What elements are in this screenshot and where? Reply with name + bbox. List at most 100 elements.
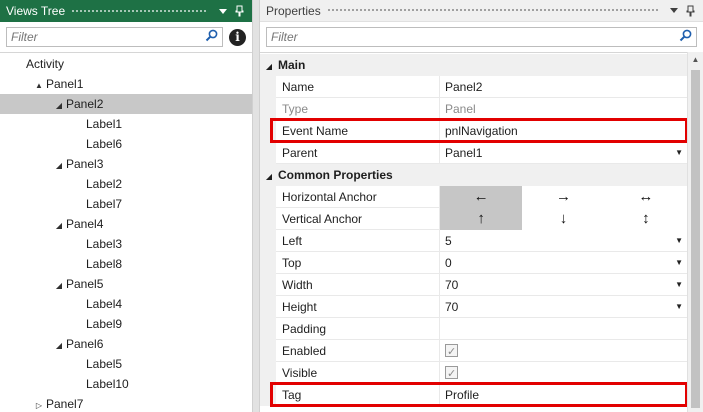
chevron-down-icon[interactable]: ▼ (675, 296, 683, 318)
chevron-down-icon[interactable]: ▼ (675, 274, 683, 296)
tree-item-label8[interactable]: Label8 (0, 254, 252, 274)
property-row-type[interactable]: Type Panel (260, 98, 687, 120)
property-row-name[interactable]: Name Panel2 (260, 76, 687, 98)
property-value-text: Panel (445, 102, 476, 116)
tree-item-label9[interactable]: Label9 (0, 314, 252, 334)
section-main[interactable]: ◢ Main (260, 54, 687, 76)
property-name: Width (276, 274, 440, 296)
search-icon[interactable] (205, 29, 218, 45)
tree-item-label5[interactable]: Label5 (0, 354, 252, 374)
property-value[interactable]: 70 ▼ (440, 296, 687, 318)
tree-item-panel4[interactable]: ◢ Panel4 (0, 214, 252, 234)
pin-icon[interactable] (683, 4, 697, 18)
property-grid: ◢ Main Name Panel2 Type Panel Event Name pnlNav… (260, 52, 688, 412)
property-value[interactable]: pnlNavigation (440, 120, 687, 142)
tree-item-panel7[interactable]: ▷ Panel7 (0, 394, 252, 412)
tree-item-panel1[interactable]: ▲ Panel1 (0, 74, 252, 94)
info-icon[interactable]: i (229, 28, 246, 46)
property-value[interactable]: Panel1 ▼ (440, 142, 687, 164)
property-value[interactable]: 70 ▼ (440, 274, 687, 296)
tree-item-panel2[interactable]: ◢ Panel2 (0, 94, 252, 114)
scrollbar-thumb[interactable] (691, 70, 700, 408)
tree-item-label6[interactable]: Label6 (0, 134, 252, 154)
collapse-arrow-icon[interactable]: ◢ (260, 166, 278, 188)
chevron-down-icon[interactable]: ▼ (675, 230, 683, 252)
property-row-padding[interactable]: Padding (260, 318, 687, 340)
properties-titlebar[interactable]: Properties (260, 0, 703, 22)
views-filter-input[interactable] (11, 30, 205, 44)
search-icon[interactable] (679, 29, 692, 45)
properties-filter-box[interactable] (266, 27, 697, 47)
anchor-left-icon[interactable]: ← (440, 186, 523, 208)
anchor-stretch-icon[interactable]: ↔ (605, 186, 687, 208)
chevron-down-icon[interactable] (667, 4, 681, 18)
property-row-left[interactable]: Left 5 ▼ (260, 230, 687, 252)
properties-filter-input[interactable] (271, 30, 679, 44)
tree-item-label1[interactable]: Label1 (0, 114, 252, 134)
collapse-arrow-icon[interactable]: ◢ (52, 96, 66, 116)
property-row-tag[interactable]: Tag Profile (260, 384, 687, 406)
tree-item-label: Panel4 (66, 217, 104, 231)
expand-arrow-icon[interactable]: ▷ (32, 396, 46, 412)
tree-item-label2[interactable]: Label2 (0, 174, 252, 194)
views-tree-titlebar[interactable]: Views Tree (0, 0, 252, 22)
tree-item-label7[interactable]: Label7 (0, 194, 252, 214)
anchor-top-icon[interactable]: ↑ (440, 208, 523, 230)
chevron-down-icon[interactable]: ▼ (675, 142, 683, 164)
anchor-vstretch-icon[interactable]: ↕ (605, 208, 687, 230)
chevron-down-icon[interactable]: ▼ (675, 252, 683, 274)
scroll-up-icon[interactable]: ▲ (688, 55, 703, 64)
section-common-properties[interactable]: ◢ Common Properties (260, 164, 687, 186)
row-gutter (260, 98, 276, 120)
chevron-down-icon[interactable] (216, 4, 230, 18)
anchor-bottom-icon[interactable]: ↓ (522, 208, 604, 230)
tree-item-label: Panel5 (66, 277, 104, 291)
collapse-arrow-icon[interactable]: ◢ (52, 216, 66, 236)
property-row-horizontal-anchor[interactable]: Horizontal Anchor ← → ↔ (260, 186, 687, 208)
property-name: Type (276, 98, 440, 120)
collapse-arrow-icon[interactable]: ▲ (32, 76, 46, 96)
property-row-top[interactable]: Top 0 ▼ (260, 252, 687, 274)
property-value[interactable] (440, 318, 687, 340)
property-grid-scrollbar[interactable]: ▲ (687, 52, 703, 412)
row-gutter (260, 274, 276, 296)
property-value[interactable]: ✓ (440, 362, 687, 384)
views-filter-box[interactable] (6, 27, 223, 47)
collapse-arrow-icon[interactable]: ◢ (260, 56, 278, 78)
drag-grip[interactable] (71, 8, 208, 14)
property-row-enabled[interactable]: Enabled ✓ (260, 340, 687, 362)
pin-icon[interactable] (232, 4, 246, 18)
pane-splitter[interactable] (252, 0, 260, 412)
row-gutter (260, 186, 276, 208)
property-value-text: Profile (445, 388, 480, 402)
tree-item-panel3[interactable]: ◢ Panel3 (0, 154, 252, 174)
property-row-event-name[interactable]: Event Name pnlNavigation (260, 120, 687, 142)
property-row-width[interactable]: Width 70 ▼ (260, 274, 687, 296)
tree-item-panel5[interactable]: ◢ Panel5 (0, 274, 252, 294)
property-row-parent[interactable]: Parent Panel1 ▼ (260, 142, 687, 164)
tree-item-label10[interactable]: Label10 (0, 374, 252, 394)
property-value[interactable]: 0 ▼ (440, 252, 687, 274)
checkbox[interactable]: ✓ (445, 366, 458, 380)
collapse-arrow-icon[interactable]: ◢ (52, 336, 66, 356)
property-value[interactable]: Profile (440, 384, 687, 406)
checkbox[interactable]: ✓ (445, 344, 458, 358)
drag-grip[interactable] (326, 8, 659, 13)
property-value[interactable]: ✓ (440, 340, 687, 362)
collapse-arrow-icon[interactable]: ◢ (52, 156, 66, 176)
collapse-arrow-icon[interactable]: ◢ (52, 276, 66, 296)
property-row-height[interactable]: Height 70 ▼ (260, 296, 687, 318)
tree-item-activity[interactable]: Activity (0, 54, 252, 74)
tree-item-label: Panel2 (66, 97, 104, 111)
anchor-right-icon[interactable]: → (522, 186, 604, 208)
property-value-text: 70 (445, 300, 459, 314)
tree-item-panel6[interactable]: ◢ Panel6 (0, 334, 252, 354)
property-value[interactable]: Panel2 (440, 76, 687, 98)
property-row-vertical-anchor[interactable]: Vertical Anchor ↑ ↓ ↕ (260, 208, 687, 230)
tree-item-label3[interactable]: Label3 (0, 234, 252, 254)
property-value-text: 70 (445, 278, 459, 292)
property-value[interactable]: 5 ▼ (440, 230, 687, 252)
tree-item-label4[interactable]: Label4 (0, 294, 252, 314)
row-gutter (260, 296, 276, 318)
property-row-visible[interactable]: Visible ✓ (260, 362, 687, 384)
